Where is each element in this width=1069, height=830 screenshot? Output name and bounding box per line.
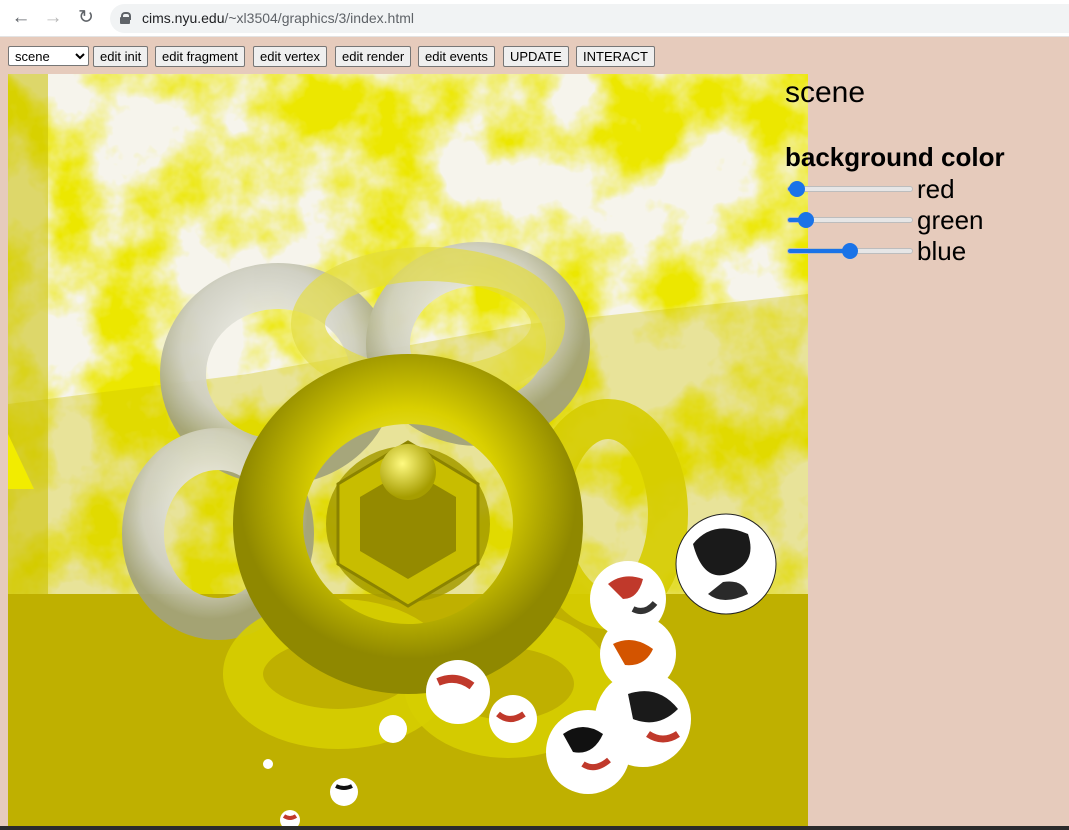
red-slider-thumb[interactable]	[789, 181, 806, 197]
url-path: /~xl3504/graphics/3/index.html	[224, 10, 414, 26]
forward-arrow-icon[interactable]: →	[41, 6, 65, 30]
blue-slider-thumb[interactable]	[842, 243, 858, 259]
scene-select[interactable]: scene	[8, 46, 89, 66]
panel-title: scene	[785, 76, 866, 109]
lock-icon[interactable]	[120, 12, 131, 24]
edit-render-button[interactable]: edit render	[335, 46, 412, 67]
browser-toolbar: ← → ↻ cims.nyu.edu/~xl3504/graphics/3/in…	[0, 0, 1069, 37]
blue-slider-row: blue	[787, 236, 1057, 266]
update-button[interactable]: UPDATE	[503, 46, 569, 67]
edit-init-button[interactable]: edit init	[93, 46, 149, 67]
center-sphere	[380, 444, 436, 500]
taskbar-strip	[0, 826, 1069, 830]
edit-fragment-button[interactable]: edit fragment	[155, 46, 245, 67]
green-slider-row: green	[787, 205, 1057, 235]
address-bar[interactable]: cims.nyu.edu/~xl3504/graphics/3/index.ht…	[110, 4, 1069, 33]
webgl-canvas[interactable]	[8, 74, 808, 830]
red-label: red	[917, 174, 955, 204]
red-slider[interactable]	[787, 186, 913, 192]
green-label: green	[917, 205, 984, 235]
red-slider-row: red	[787, 174, 1057, 204]
blue-label: blue	[917, 236, 967, 266]
url-text[interactable]: cims.nyu.edu/~xl3504/graphics/3/index.ht…	[142, 10, 414, 26]
reload-icon[interactable]: ↻	[74, 6, 98, 30]
edit-events-button[interactable]: edit events	[418, 46, 495, 67]
edit-vertex-button[interactable]: edit vertex	[253, 46, 327, 67]
panel-subtitle: background color	[785, 142, 1005, 172]
interact-button[interactable]: INTERACT	[576, 46, 655, 67]
green-slider-thumb[interactable]	[797, 212, 814, 228]
url-host: cims.nyu.edu	[142, 10, 225, 26]
back-arrow-icon[interactable]: ←	[9, 6, 33, 30]
